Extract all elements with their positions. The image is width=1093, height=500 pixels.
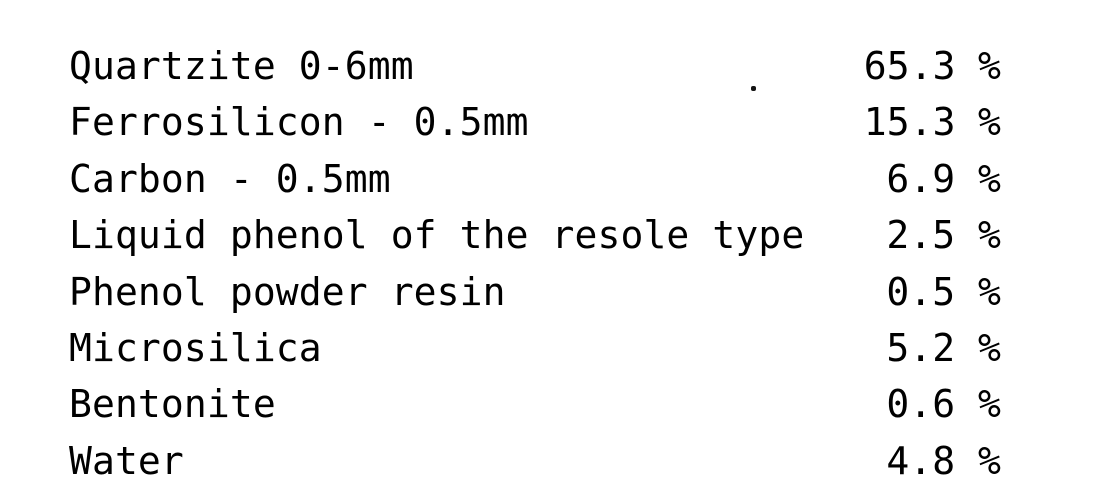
ingredient-name: Carbon - 0.5mm bbox=[69, 156, 391, 201]
percent-sign: % bbox=[978, 382, 1001, 427]
proportion-value: 5.2 bbox=[886, 326, 956, 370]
composition-row: Phenol powder resin 0.5% bbox=[0, 273, 1093, 329]
ingredient-proportion: 0.5% bbox=[864, 273, 1001, 311]
ingredient-name: Ferrosilicon - 0.5mm bbox=[69, 100, 529, 145]
proportion-value: 6.9 bbox=[886, 156, 956, 201]
composition-row: Ferrosilicon - 0.5mm 15.3% bbox=[0, 103, 1093, 159]
composition-row: Microsilica 5.2% bbox=[0, 329, 1093, 385]
ingredient-proportion: 2.5% bbox=[864, 216, 1001, 254]
proportion-value: 2.5 bbox=[886, 213, 956, 258]
scan-speck-icon bbox=[751, 86, 756, 91]
composition-row: Liquid phenol of the resole type 2.5% bbox=[0, 216, 1093, 272]
document-page: Quartzite 0-6mm 65.3% Ferrosilicon - 0.5mm… bbox=[0, 0, 1093, 500]
ingredient-proportion: 65.3% bbox=[864, 47, 1001, 85]
proportion-value: 65.3 bbox=[863, 44, 956, 88]
proportion-value: 4.8 bbox=[886, 438, 956, 483]
percent-sign: % bbox=[978, 438, 1001, 483]
percent-sign: % bbox=[978, 44, 1001, 88]
percent-sign: % bbox=[978, 326, 1001, 370]
ingredient-proportion: 6.9% bbox=[864, 160, 1001, 198]
percent-sign: % bbox=[978, 269, 1001, 314]
composition-list: Quartzite 0-6mm 65.3% Ferrosilicon - 0.5mm… bbox=[0, 0, 1093, 500]
proportion-value: 15.3 bbox=[863, 100, 956, 145]
ingredient-proportion: 5.2% bbox=[864, 329, 1001, 367]
ingredient-name: Bentonite bbox=[69, 382, 276, 427]
ingredient-proportion: 15.3% bbox=[864, 103, 1001, 141]
composition-row: Carbon - 0.5mm 6.9% bbox=[0, 160, 1093, 216]
composition-row: Bentonite 0.6% bbox=[0, 385, 1093, 441]
percent-sign: % bbox=[978, 213, 1001, 258]
composition-row: Quartzite 0-6mm 65.3% bbox=[0, 47, 1093, 103]
ingredient-name: Quartzite 0-6mm bbox=[69, 44, 414, 88]
percent-sign: % bbox=[978, 100, 1001, 145]
ingredient-proportion: 4.8% bbox=[864, 442, 1001, 480]
percent-sign: % bbox=[978, 156, 1001, 201]
proportion-value: 0.6 bbox=[886, 382, 956, 427]
proportion-value: 0.5 bbox=[886, 269, 956, 314]
ingredient-name: Liquid phenol of the resole type bbox=[69, 213, 805, 258]
composition-row: Water 4.8% bbox=[0, 442, 1093, 498]
ingredient-name: Phenol powder resin bbox=[69, 269, 506, 314]
ingredient-proportion: 0.6% bbox=[864, 385, 1001, 423]
ingredient-name: Microsilica bbox=[69, 326, 322, 370]
ingredient-name: Water bbox=[69, 438, 184, 483]
